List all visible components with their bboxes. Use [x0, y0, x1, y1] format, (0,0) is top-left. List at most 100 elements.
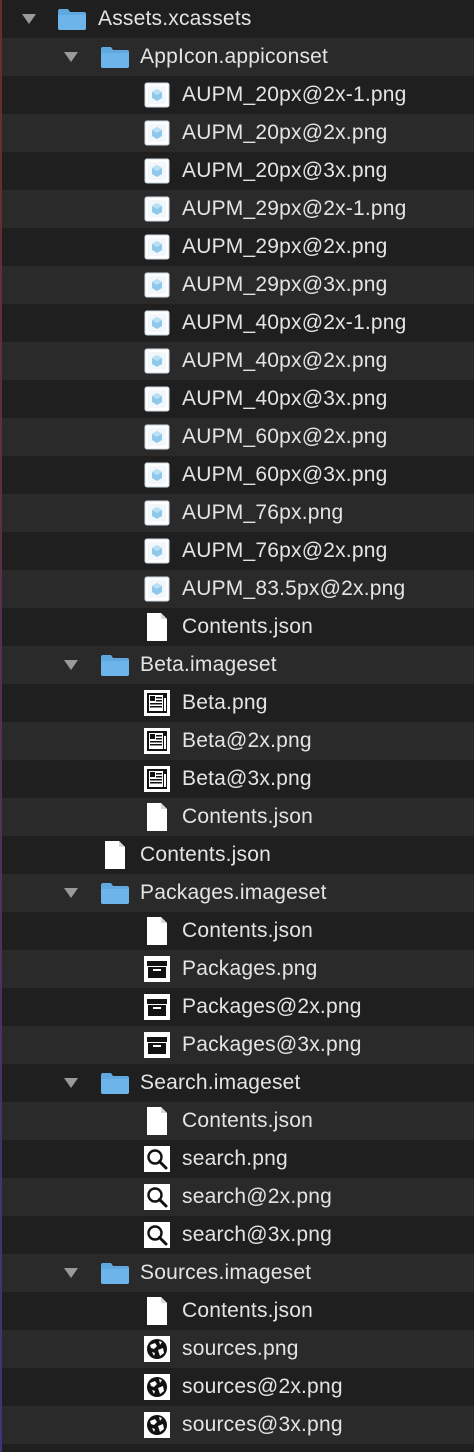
row-label: search.png — [182, 1147, 288, 1170]
app-icon-thumbnail-icon — [142, 346, 172, 376]
file-row[interactable]: AUPM_29px@3x.png — [2, 266, 474, 304]
file-row[interactable]: Contents.json — [2, 912, 474, 950]
file-row[interactable]: AUPM_83.5px@2x.png — [2, 570, 474, 608]
file-row[interactable]: sources.png — [2, 1330, 474, 1368]
globe-icon — [142, 1372, 172, 1402]
file-row[interactable]: AUPM_40px@2x.png — [2, 342, 474, 380]
row-label: AUPM_20px@3x.png — [182, 159, 388, 182]
newspaper-icon — [142, 726, 172, 756]
newspaper-icon — [142, 688, 172, 718]
magnifier-icon — [142, 1144, 172, 1174]
file-row[interactable]: search@2x.png — [2, 1178, 474, 1216]
row-label: AUPM_20px@2x.png — [182, 121, 388, 144]
file-row[interactable]: Beta@3x.png — [2, 760, 474, 798]
file-row[interactable]: Packages@3x.png — [2, 1026, 474, 1064]
row-label: Contents.json — [182, 1299, 314, 1322]
document-icon — [100, 840, 130, 870]
row-label: Contents.json — [182, 1109, 314, 1132]
app-icon-thumbnail-icon — [142, 574, 172, 604]
disclosure-triangle-icon[interactable] — [62, 884, 80, 902]
row-label: Beta@3x.png — [182, 767, 312, 790]
folder-row[interactable]: Sources.imageset — [2, 1254, 474, 1292]
app-icon-thumbnail-icon — [142, 156, 172, 186]
file-row[interactable]: AUPM_40px@3x.png — [2, 380, 474, 418]
row-label: Packages@2x.png — [182, 995, 362, 1018]
folder-icon — [100, 1068, 130, 1098]
file-row[interactable]: AUPM_20px@2x-1.png — [2, 76, 474, 114]
row-label: AUPM_76px@2x.png — [182, 539, 388, 562]
folder-icon — [57, 4, 87, 34]
file-row[interactable]: sources@2x.png — [2, 1368, 474, 1406]
disclosure-triangle-icon[interactable] — [62, 48, 80, 66]
file-row[interactable]: Contents.json — [2, 608, 474, 646]
app-icon-thumbnail-icon — [142, 118, 172, 148]
disclosure-triangle-icon[interactable] — [62, 1264, 80, 1282]
row-label: sources@3x.png — [182, 1413, 343, 1436]
folder-row[interactable]: AppIcon.appiconset — [2, 38, 474, 76]
disclosure-triangle-icon[interactable] — [62, 1074, 80, 1092]
file-row[interactable]: AUPM_40px@2x-1.png — [2, 304, 474, 342]
folder-icon — [100, 878, 130, 908]
magnifier-icon — [142, 1220, 172, 1250]
file-row[interactable]: AUPM_60px@3x.png — [2, 456, 474, 494]
file-row[interactable]: AUPM_20px@3x.png — [2, 152, 474, 190]
row-label: Contents.json — [182, 615, 314, 638]
file-row[interactable]: Beta.png — [2, 684, 474, 722]
row-label: search@3x.png — [182, 1223, 332, 1246]
document-icon — [142, 802, 172, 832]
row-label: AUPM_60px@2x.png — [182, 425, 388, 448]
file-row[interactable]: AUPM_76px.png — [2, 494, 474, 532]
row-label: Search.imageset — [140, 1071, 301, 1094]
app-icon-thumbnail-icon — [142, 460, 172, 490]
folder-icon — [100, 42, 130, 72]
file-row[interactable]: AUPM_29px@2x.png — [2, 228, 474, 266]
row-label: AUPM_20px@2x-1.png — [182, 83, 407, 106]
file-row[interactable]: AUPM_60px@2x.png — [2, 418, 474, 456]
app-icon-thumbnail-icon — [142, 498, 172, 528]
row-label: Packages.png — [182, 957, 318, 980]
row-label: sources.png — [182, 1337, 299, 1360]
row-label: AUPM_40px@2x-1.png — [182, 311, 407, 334]
globe-icon — [142, 1410, 172, 1440]
file-row[interactable]: Contents.json — [2, 798, 474, 836]
folder-row[interactable]: Search.imageset — [2, 1064, 474, 1102]
row-label: AUPM_60px@3x.png — [182, 463, 388, 486]
file-row[interactable]: Beta@2x.png — [2, 722, 474, 760]
app-icon-thumbnail-icon — [142, 270, 172, 300]
disclosure-triangle-icon[interactable] — [62, 656, 80, 674]
file-row[interactable]: Contents.json — [2, 836, 474, 874]
folder-row[interactable]: Assets.xcassets — [2, 0, 474, 38]
document-icon — [142, 1296, 172, 1326]
document-icon — [142, 1106, 172, 1136]
file-row[interactable]: search.png — [2, 1140, 474, 1178]
row-label: Assets.xcassets — [98, 7, 252, 30]
archive-box-icon — [142, 992, 172, 1022]
folder-row[interactable]: Packages.imageset — [2, 874, 474, 912]
app-icon-thumbnail-icon — [142, 308, 172, 338]
row-label: Contents.json — [182, 805, 314, 828]
row-label: AUPM_29px@2x-1.png — [182, 197, 407, 220]
app-icon-thumbnail-icon — [142, 80, 172, 110]
folder-icon — [100, 650, 130, 680]
file-row[interactable]: Packages@2x.png — [2, 988, 474, 1026]
row-label: AppIcon.appiconset — [140, 45, 329, 68]
row-label: Contents.json — [182, 919, 314, 942]
app-icon-thumbnail-icon — [142, 536, 172, 566]
magnifier-icon — [142, 1182, 172, 1212]
file-row[interactable]: Packages.png — [2, 950, 474, 988]
folder-row[interactable]: Beta.imageset — [2, 646, 474, 684]
file-row[interactable]: Contents.json — [2, 1292, 474, 1330]
file-row[interactable]: search@3x.png — [2, 1216, 474, 1254]
row-label: AUPM_29px@3x.png — [182, 273, 388, 296]
row-label: AUPM_29px@2x.png — [182, 235, 388, 258]
file-row[interactable]: AUPM_76px@2x.png — [2, 532, 474, 570]
app-icon-thumbnail-icon — [142, 384, 172, 414]
app-icon-thumbnail-icon — [142, 232, 172, 262]
file-row[interactable]: Contents.json — [2, 1102, 474, 1140]
file-row[interactable]: AUPM_20px@2x.png — [2, 114, 474, 152]
disclosure-triangle-icon[interactable] — [20, 10, 38, 28]
archive-box-icon — [142, 1030, 172, 1060]
file-row[interactable]: sources@3x.png — [2, 1406, 474, 1444]
file-row[interactable]: AUPM_29px@2x-1.png — [2, 190, 474, 228]
app-icon-thumbnail-icon — [142, 422, 172, 452]
